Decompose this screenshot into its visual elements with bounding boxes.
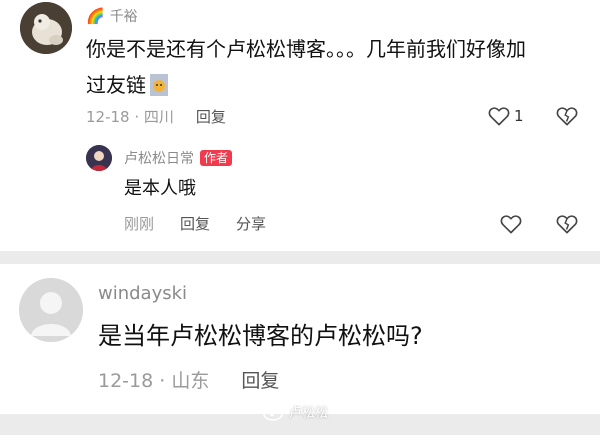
like-count: 1 <box>514 107 524 125</box>
comment-meta: 12-18 · 山东 回复 <box>98 366 279 393</box>
reply-text: 是本人哦 <box>124 178 196 199</box>
reply-button[interactable]: 回复 <box>241 366 279 393</box>
broken-heart-icon <box>556 215 578 234</box>
weibo-watermark: 卢松松 <box>263 402 328 421</box>
comment-username[interactable]: 🌈 千裕 <box>86 6 138 26</box>
comment-timestamp-location: 12-18 · 四川 <box>86 108 174 126</box>
heart-icon <box>488 107 510 126</box>
share-button[interactable]: 分享 <box>236 213 266 234</box>
like-button[interactable]: 1 <box>488 106 524 126</box>
weibo-logo-icon <box>263 404 284 421</box>
reply-meta: 刚刚 回复 分享 <box>124 213 266 234</box>
dislike-button[interactable] <box>556 106 578 126</box>
comment-timestamp-location: 12-18 · 山东 <box>98 370 210 392</box>
reply-username[interactable]: 卢松松日常 <box>124 148 194 168</box>
comment-text-line-1: 你是不是还有个卢松松博客。。。几年前我们好像加 <box>86 37 526 61</box>
comment-username[interactable]: windayski <box>98 283 187 304</box>
reply-avatar[interactable] <box>86 145 112 171</box>
comment-text-line-2: 过友链 <box>86 71 168 99</box>
cat-sticker-icon <box>150 74 168 96</box>
reply-username-line: 卢松松日常 作者 <box>124 148 233 168</box>
username-label: 千裕 <box>109 9 138 25</box>
reply-button[interactable]: 回复 <box>196 106 226 127</box>
username-label: windayski <box>98 283 188 304</box>
watermark-text: 卢松松 <box>289 406 329 421</box>
rainbow-icon: 🌈 <box>86 7 105 25</box>
default-avatar[interactable] <box>19 278 83 342</box>
broken-heart-icon <box>556 107 578 126</box>
reply-dislike-button[interactable] <box>556 214 578 234</box>
author-badge: 作者 <box>200 150 233 166</box>
comment-card: windayski 是当年卢松松博客的卢松松吗? 12-18 · 山东 回复 <box>0 264 600 414</box>
heart-icon <box>500 215 522 234</box>
reply-reply-button[interactable]: 回复 <box>180 213 210 234</box>
reply-timestamp: 刚刚 <box>124 215 155 233</box>
comment-card: 🌈 千裕 你是不是还有个卢松松博客。。。几年前我们好像加 过友链 12-18 ·… <box>0 0 600 251</box>
comment-text: 是当年卢松松博客的卢松松吗? <box>98 322 423 350</box>
comment-meta: 12-18 · 四川 回复 <box>86 106 226 127</box>
reply-like-button[interactable] <box>500 214 522 234</box>
comment-text-line-2-text: 过友链 <box>86 73 146 97</box>
avatar[interactable] <box>20 2 72 54</box>
